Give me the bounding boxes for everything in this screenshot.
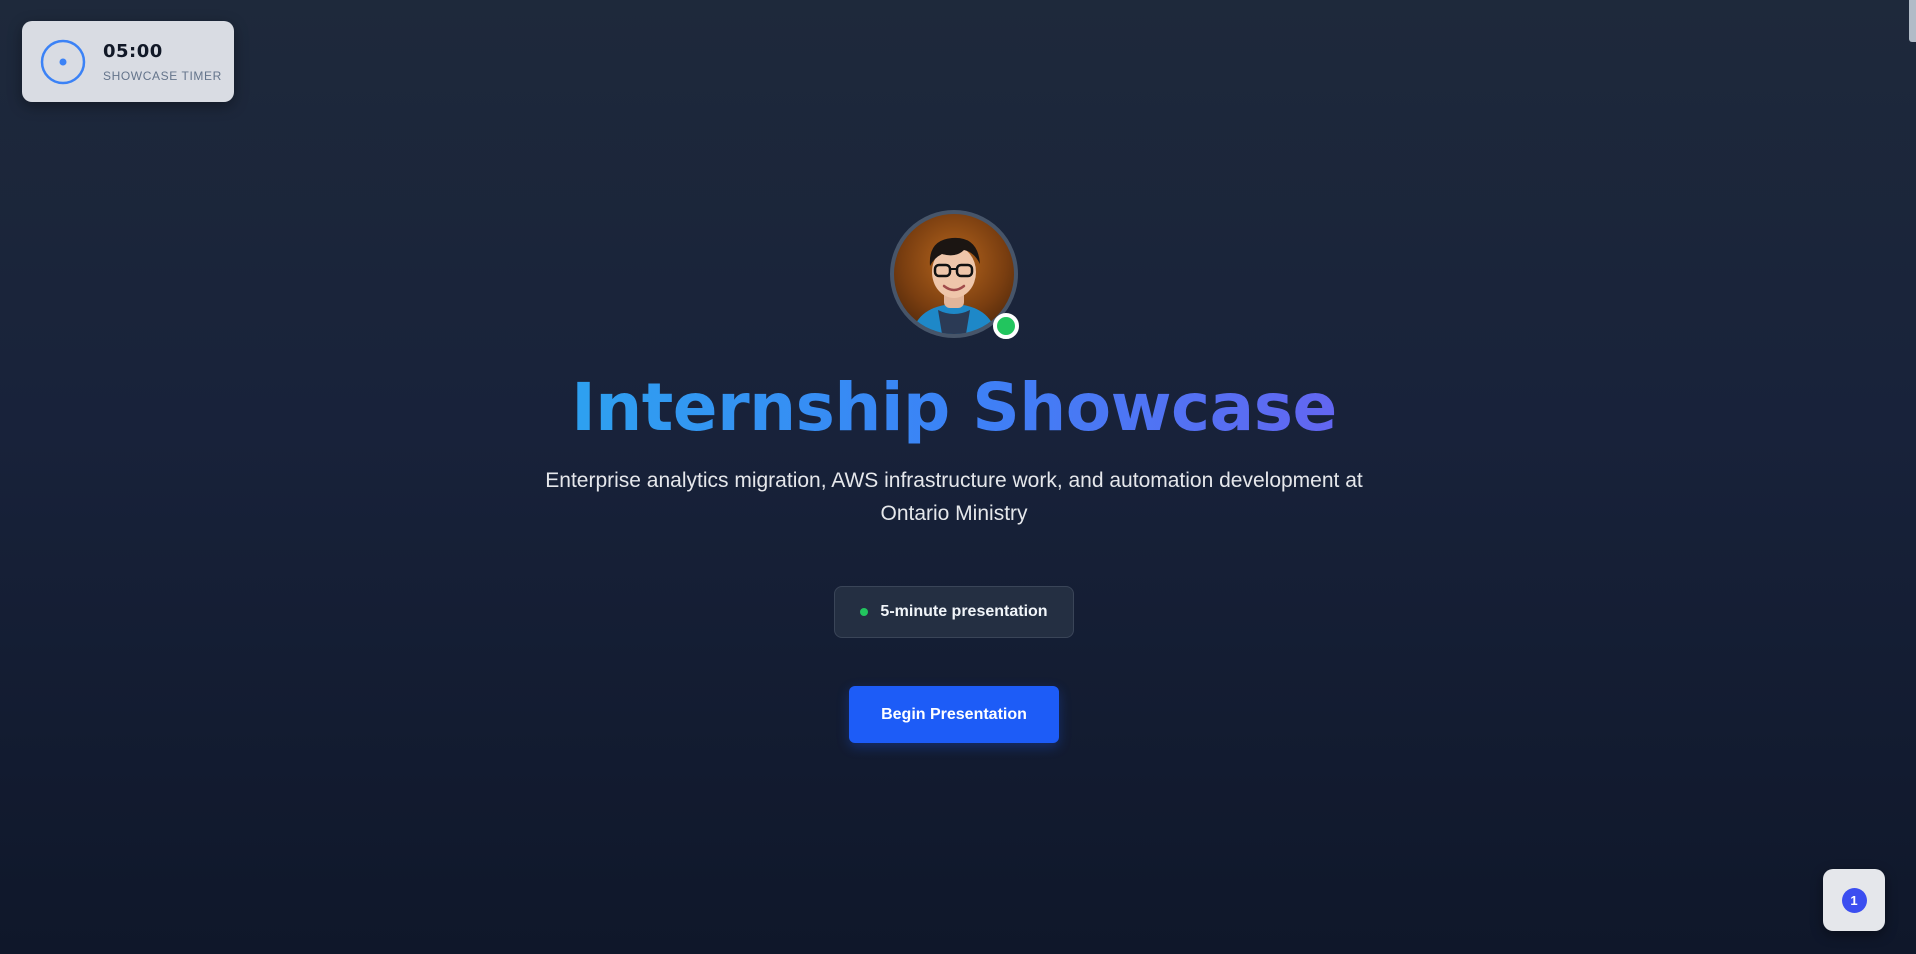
page-title: Internship Showcase xyxy=(0,368,1908,448)
timer-time: 05:00 xyxy=(103,41,163,62)
page-scrollbar[interactable] xyxy=(1909,0,1916,42)
notification-button[interactable]: 1 xyxy=(1823,869,1885,931)
page-title-text: Internship Showcase xyxy=(571,369,1337,446)
status-dot-icon xyxy=(860,608,869,616)
timer-ring-icon xyxy=(40,39,86,85)
online-status-dot xyxy=(993,313,1019,339)
page-subtitle: Enterprise analytics migration, AWS infr… xyxy=(545,469,1363,525)
begin-presentation-button[interactable]: Begin Presentation xyxy=(849,686,1059,743)
duration-badge: 5-minute presentation xyxy=(834,586,1074,638)
timer-caption: SHOWCASE TIMER xyxy=(103,69,222,83)
avatar-container xyxy=(890,210,1019,339)
duration-label: 5-minute presentation xyxy=(880,603,1048,620)
showcase-timer-widget[interactable]: 05:00 SHOWCASE TIMER xyxy=(22,21,234,102)
notification-count-badge: 1 xyxy=(1841,887,1867,913)
